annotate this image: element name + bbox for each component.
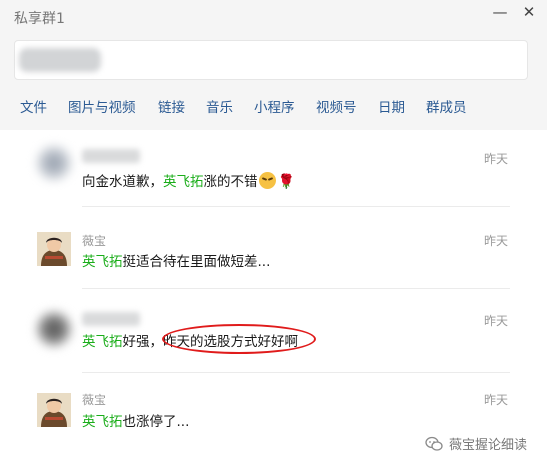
message-time: 昨天 [484, 152, 509, 166]
sender-name: 薇宝 [82, 234, 107, 248]
message-text: 英飞拓挺适合待在里面做短差... [82, 254, 271, 270]
sender-name-redacted [82, 312, 140, 326]
stock-mention: 英飞拓 [82, 254, 123, 270]
divider [82, 288, 510, 289]
message-time: 昨天 [484, 234, 509, 248]
tab-date[interactable]: 日期 [378, 96, 405, 116]
tab-files[interactable]: 文件 [20, 96, 47, 116]
tab-music[interactable]: 音乐 [206, 96, 233, 116]
sender-name: 薇宝 [82, 393, 107, 407]
watermark-text: 薇宝握论细读 [449, 438, 528, 453]
redacted-area [19, 48, 101, 72]
grimacing-face-icon [258, 172, 276, 189]
watermark: 薇宝握论细读 [425, 434, 527, 456]
search-box[interactable] [14, 40, 528, 80]
message-text: 英飞拓也涨停了... [82, 414, 190, 430]
avatar [37, 312, 71, 346]
red-annotation-circle [162, 324, 316, 354]
stock-mention: 英飞拓 [82, 414, 123, 430]
message-time: 昨天 [484, 314, 509, 328]
message-text: 向金水道歉，英飞拓涨的不错 🌹 [82, 172, 295, 190]
stock-mention: 英飞拓 [82, 334, 123, 350]
rose-icon: 🌹 [277, 174, 295, 190]
message-time: 昨天 [484, 393, 509, 407]
minimize-button[interactable]: — [491, 3, 509, 21]
wechat-official-account-icon [425, 436, 443, 456]
divider [82, 206, 510, 207]
close-button[interactable]: ✕ [520, 3, 538, 21]
search-input[interactable] [107, 49, 511, 73]
tab-members[interactable]: 群成员 [426, 96, 467, 116]
tab-channels[interactable]: 视频号 [316, 96, 357, 116]
sender-name-redacted [82, 149, 140, 163]
tab-links[interactable]: 链接 [158, 96, 185, 116]
avatar [37, 146, 71, 180]
header: 私享群1 — ✕ 文件 图片与视频 链接 音乐 小程序 视频号 日期 群成员 [0, 0, 547, 130]
tab-mini-programs[interactable]: 小程序 [254, 96, 295, 116]
tab-media[interactable]: 图片与视频 [68, 96, 136, 116]
window-title: 私享群1 [14, 11, 65, 27]
stock-mention: 英飞拓 [163, 174, 204, 190]
avatar [37, 393, 71, 427]
divider [82, 372, 510, 373]
avatar [37, 232, 71, 266]
